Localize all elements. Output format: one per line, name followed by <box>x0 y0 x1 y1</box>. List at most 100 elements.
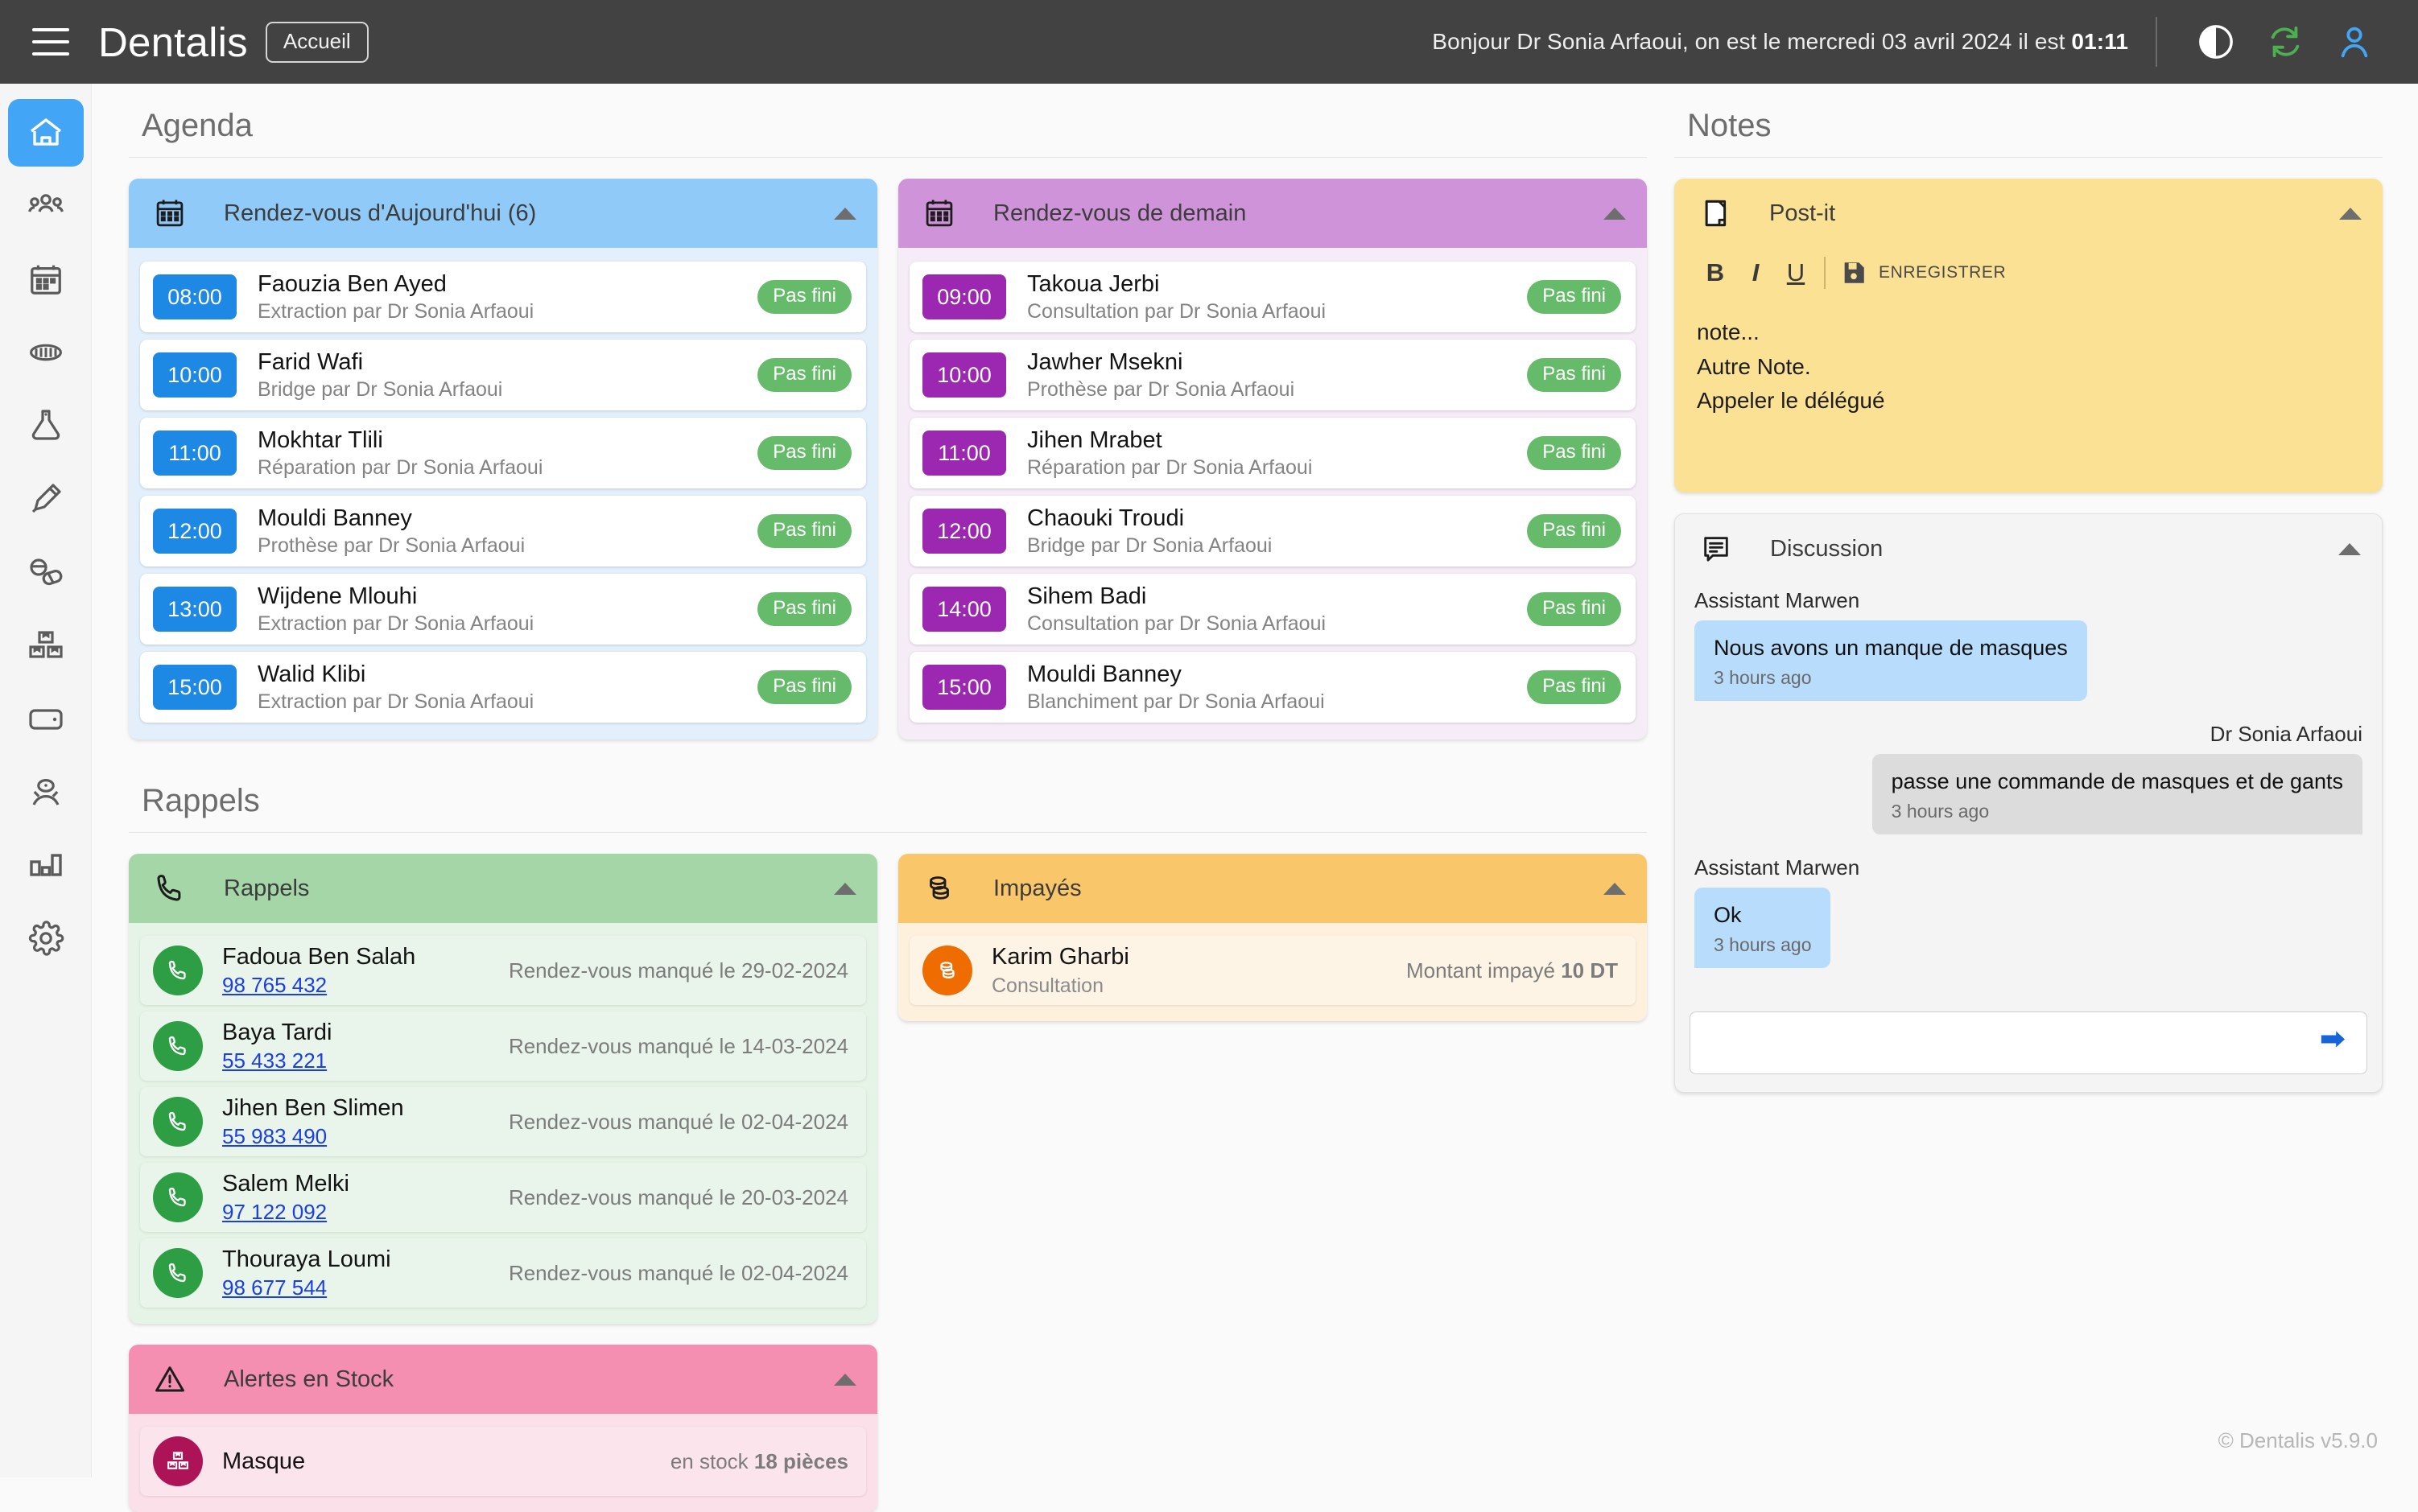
appointment-row[interactable]: 15:00 Mouldi Banney Blanchiment par Dr S… <box>910 652 1636 723</box>
contrast-toggle-icon[interactable] <box>2194 20 2238 64</box>
status-badge: Pas fini <box>757 592 852 626</box>
phone-call-icon[interactable] <box>153 1172 203 1222</box>
sidebar-item-wallet[interactable] <box>8 685 84 752</box>
appointment-time: 11:00 <box>922 431 1006 476</box>
stock-alert-row[interactable]: Masque en stock 18 pièces <box>140 1427 866 1496</box>
reminder-row[interactable]: Thouraya Loumi 98 677 544 Rendez-vous ma… <box>140 1238 866 1308</box>
rappels-row: Rappels Fadoua Ben Salah 98 765 432 Rend… <box>129 854 1647 1512</box>
appointment-row[interactable]: 11:00 Jihen Mrabet Réparation par Dr Son… <box>910 418 1636 488</box>
collapse-caret-icon[interactable] <box>834 207 856 220</box>
chat-message-input[interactable] <box>1708 1030 2317 1056</box>
reminder-row[interactable]: Baya Tardi 55 433 221 Rendez-vous manqué… <box>140 1011 866 1081</box>
appointment-row[interactable]: 10:00 Jawher Msekni Prothèse par Dr Soni… <box>910 340 1636 410</box>
reminder-row[interactable]: Fadoua Ben Salah 98 765 432 Rendez-vous … <box>140 936 866 1005</box>
phone-call-icon[interactable] <box>153 946 203 995</box>
toolbar-divider <box>2156 17 2157 67</box>
collapse-caret-icon[interactable] <box>834 882 856 895</box>
reminder-patient-name: Fadoua Ben Salah <box>222 944 416 970</box>
appointment-time: 10:00 <box>153 352 237 398</box>
appointment-time: 12:00 <box>153 509 237 554</box>
appointment-row[interactable]: 15:00 Walid Klibi Extraction par Dr Soni… <box>140 652 866 723</box>
sidebar-item-stock[interactable] <box>8 612 84 679</box>
phone-call-icon[interactable] <box>153 1021 203 1071</box>
send-icon[interactable] <box>2317 1025 2349 1061</box>
rappels-list: Fadoua Ben Salah 98 765 432 Rendez-vous … <box>129 923 877 1324</box>
note-icon <box>1697 195 1734 232</box>
tomorrow-panel-header[interactable]: Rendez-vous de demain <box>898 179 1647 248</box>
reminder-phone-link[interactable]: 55 983 490 <box>222 1124 404 1149</box>
underline-button[interactable]: U <box>1776 253 1816 293</box>
sidebar-item-syringe[interactable] <box>8 465 84 533</box>
appointment-detail: Extraction par Dr Sonia Arfaoui <box>258 299 534 323</box>
appointment-row[interactable]: 14:00 Sihem Badi Consultation par Dr Son… <box>910 574 1636 645</box>
appointment-detail: Consultation par Dr Sonia Arfaoui <box>1027 612 1327 635</box>
sidebar-item-home[interactable] <box>8 99 84 167</box>
unpaid-meta-value: 10 DT <box>1561 958 1618 983</box>
phone-call-icon[interactable] <box>153 1248 203 1298</box>
collapse-caret-icon[interactable] <box>1603 882 1626 895</box>
appointment-row[interactable]: 09:00 Takoua Jerbi Consultation par Dr S… <box>910 262 1636 332</box>
appointment-row[interactable]: 12:00 Chaouki Troudi Bridge par Dr Sonia… <box>910 496 1636 566</box>
collapse-caret-icon[interactable] <box>1603 207 1626 220</box>
stock-meta-label: en stock <box>670 1448 754 1473</box>
reminder-row[interactable]: Salem Melki 97 122 092 Rendez-vous manqu… <box>140 1163 866 1232</box>
impayes-list: Karim Gharbi Consultation Montant impayé… <box>898 923 1647 1021</box>
hamburger-menu-icon[interactable] <box>32 28 69 56</box>
chat-timestamp: 3 hours ago <box>1714 667 1812 689</box>
appointment-row[interactable]: 08:00 Faouzia Ben Ayed Extraction par Dr… <box>140 262 866 332</box>
home-breadcrumb-badge[interactable]: Accueil <box>265 21 369 63</box>
status-badge: Pas fini <box>1527 514 1621 548</box>
refresh-icon[interactable] <box>2263 20 2307 64</box>
tomorrow-appointments-panel: Rendez-vous de demain 09:00 Takoua Jerbi… <box>898 179 1647 740</box>
reminder-phone-link[interactable]: 98 677 544 <box>222 1275 391 1300</box>
toolbar-divider <box>1824 257 1826 289</box>
impayes-panel-header[interactable]: Impayés <box>898 854 1647 923</box>
appointment-time: 15:00 <box>922 665 1006 710</box>
discussion-panel-header[interactable]: Discussion <box>1675 514 2382 583</box>
reminder-meta: Rendez-vous manqué le 14-03-2024 <box>508 1033 848 1058</box>
user-account-icon[interactable] <box>2333 20 2376 64</box>
appointment-patient-name: Mokhtar Tlili <box>258 426 383 453</box>
appointment-patient-name: Chaouki Troudi <box>1027 505 1185 531</box>
chat-input-bar[interactable] <box>1690 1011 2367 1075</box>
notes-section-title: Notes <box>1674 84 2383 158</box>
sidebar-item-calendar[interactable] <box>8 245 84 313</box>
reminder-phone-link[interactable]: 98 765 432 <box>222 973 415 998</box>
collapse-caret-icon[interactable] <box>2338 542 2361 555</box>
unpaid-meta: Montant impayé 10 DT <box>1406 958 1618 983</box>
sidebar-item-patients[interactable] <box>8 172 84 240</box>
appointment-row[interactable]: 13:00 Wijdene Mlouhi Extraction par Dr S… <box>140 574 866 645</box>
appointment-row[interactable]: 11:00 Mokhtar Tlili Réparation par Dr So… <box>140 418 866 488</box>
sidebar-item-settings[interactable] <box>8 904 84 972</box>
sidebar-item-pills[interactable] <box>8 538 84 606</box>
appointment-patient-name: Walid Klibi <box>258 661 366 687</box>
reminder-meta: Rendez-vous manqué le 20-03-2024 <box>508 1184 848 1209</box>
sidebar-item-chart[interactable] <box>8 831 84 899</box>
reminder-row[interactable]: Jihen Ben Slimen 55 983 490 Rendez-vous … <box>140 1087 866 1156</box>
postit-note-text[interactable]: note... Autre Note. Appeler le délégué <box>1674 307 2383 492</box>
collapse-caret-icon[interactable] <box>2339 207 2362 220</box>
bold-button[interactable]: B <box>1695 253 1735 293</box>
phone-call-icon[interactable] <box>153 1097 203 1147</box>
collapse-caret-icon[interactable] <box>834 1373 856 1386</box>
postit-panel-header[interactable]: Post-it <box>1674 179 2383 248</box>
today-appointments-list: 08:00 Faouzia Ben Ayed Extraction par Dr… <box>129 248 877 740</box>
reminder-phone-link[interactable]: 55 433 221 <box>222 1049 332 1073</box>
unpaid-row[interactable]: Karim Gharbi Consultation Montant impayé… <box>910 936 1636 1005</box>
today-panel-header[interactable]: Rendez-vous d'Aujourd'hui (6) <box>129 179 877 248</box>
appointment-patient-name: Wijdene Mlouhi <box>258 583 418 609</box>
discussion-panel: Discussion Assistant Marwen Nous avons u… <box>1674 513 2383 1094</box>
appointment-time: 14:00 <box>922 587 1006 632</box>
sidebar-item-braces[interactable] <box>8 319 84 386</box>
chat-timestamp: 3 hours ago <box>1891 801 1990 822</box>
rappels-panel-header[interactable]: Rappels <box>129 854 877 923</box>
sidebar-item-lab[interactable] <box>8 392 84 459</box>
appointment-row[interactable]: 12:00 Mouldi Banney Prothèse par Dr Soni… <box>140 496 866 566</box>
reminder-phone-link[interactable]: 97 122 092 <box>222 1200 349 1225</box>
sidebar-item-doctor[interactable] <box>8 758 84 826</box>
stock-panel-header[interactable]: Alertes en Stock <box>129 1345 877 1414</box>
appointment-row[interactable]: 10:00 Farid Wafi Bridge par Dr Sonia Arf… <box>140 340 866 410</box>
italic-button[interactable]: I <box>1735 253 1776 293</box>
coins-icon <box>921 870 958 907</box>
save-note-button[interactable]: ENREGISTRER <box>1840 259 2006 286</box>
